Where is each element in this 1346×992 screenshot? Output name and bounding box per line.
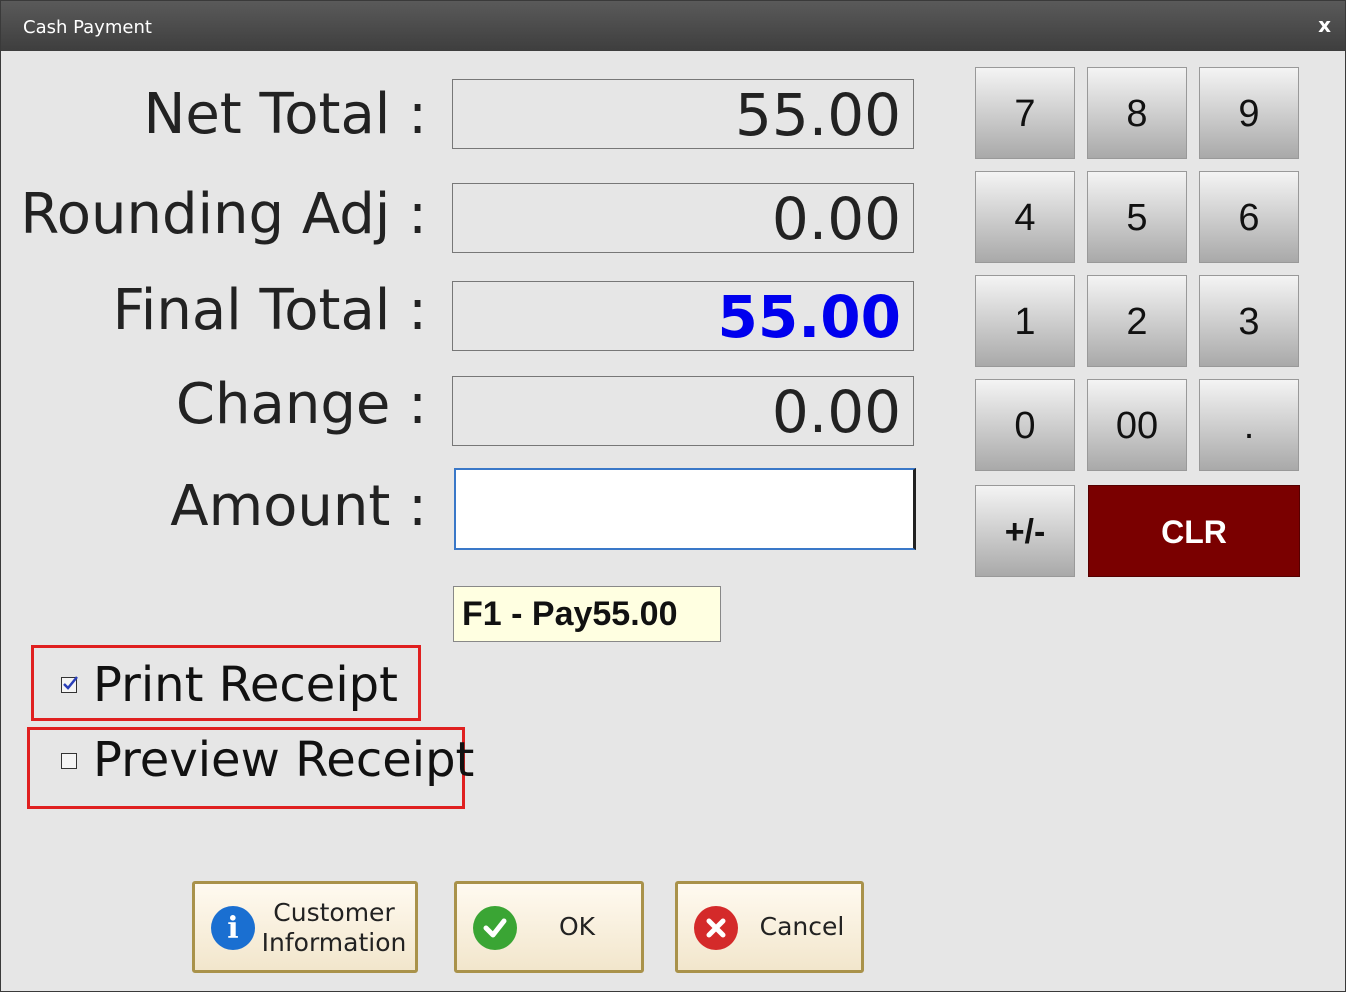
- ok-button[interactable]: OK: [454, 881, 644, 973]
- key-5[interactable]: 5: [1087, 171, 1187, 263]
- preview-receipt-checkbox[interactable]: [61, 753, 77, 769]
- ok-label: OK: [558, 912, 596, 941]
- window-title: Cash Payment: [23, 17, 152, 38]
- rounding-adj-label: Rounding Adj :: [20, 182, 427, 247]
- key-00[interactable]: 00: [1087, 379, 1187, 471]
- net-total-label: Net Total :: [143, 82, 427, 147]
- close-button[interactable]: x: [1318, 13, 1331, 37]
- customer-information-label: Customer Information: [259, 898, 409, 958]
- net-total-value: 55.00: [452, 79, 914, 149]
- change-value: 0.00: [452, 376, 914, 446]
- key-9[interactable]: 9: [1199, 67, 1299, 159]
- print-receipt-checkbox[interactable]: [61, 676, 78, 693]
- change-label: Change :: [175, 372, 427, 437]
- key-3[interactable]: 3: [1199, 275, 1299, 367]
- preview-receipt-label[interactable]: Preview Receipt: [93, 736, 474, 784]
- customer-label-line1: Customer: [273, 898, 395, 927]
- cancel-button[interactable]: Cancel: [675, 881, 864, 973]
- cancel-label: Cancel: [759, 912, 845, 941]
- customer-label-line2: Information: [261, 928, 407, 957]
- key-8[interactable]: 8: [1087, 67, 1187, 159]
- title-bar: Cash Payment x: [1, 1, 1345, 51]
- checkmark-icon: [63, 676, 78, 690]
- x-glyph: [706, 918, 726, 938]
- rounding-adj-value: 0.00: [452, 183, 914, 253]
- key-6[interactable]: 6: [1199, 171, 1299, 263]
- key-1[interactable]: 1: [975, 275, 1075, 367]
- checkmark-icon: [473, 906, 517, 950]
- print-receipt-label[interactable]: Print Receipt: [93, 661, 398, 709]
- amount-input[interactable]: [454, 468, 916, 550]
- key-7[interactable]: 7: [975, 67, 1075, 159]
- info-icon: i: [211, 906, 255, 950]
- key-plus-minus[interactable]: +/-: [975, 485, 1075, 577]
- x-circle-icon: [694, 906, 738, 950]
- key-decimal[interactable]: .: [1199, 379, 1299, 471]
- key-4[interactable]: 4: [975, 171, 1075, 263]
- clear-button[interactable]: CLR: [1088, 485, 1300, 577]
- key-0[interactable]: 0: [975, 379, 1075, 471]
- final-total-value: 55.00: [452, 281, 914, 351]
- cash-payment-window: Cash Payment x Net Total : Rounding Adj …: [0, 0, 1346, 992]
- customer-information-button[interactable]: i Customer Information: [192, 881, 418, 973]
- pay-shortcut-hint[interactable]: F1 - Pay55.00: [453, 586, 721, 642]
- key-2[interactable]: 2: [1087, 275, 1187, 367]
- checkmark-glyph: [483, 918, 507, 938]
- final-total-label: Final Total :: [112, 278, 427, 343]
- amount-label: Amount :: [170, 474, 427, 539]
